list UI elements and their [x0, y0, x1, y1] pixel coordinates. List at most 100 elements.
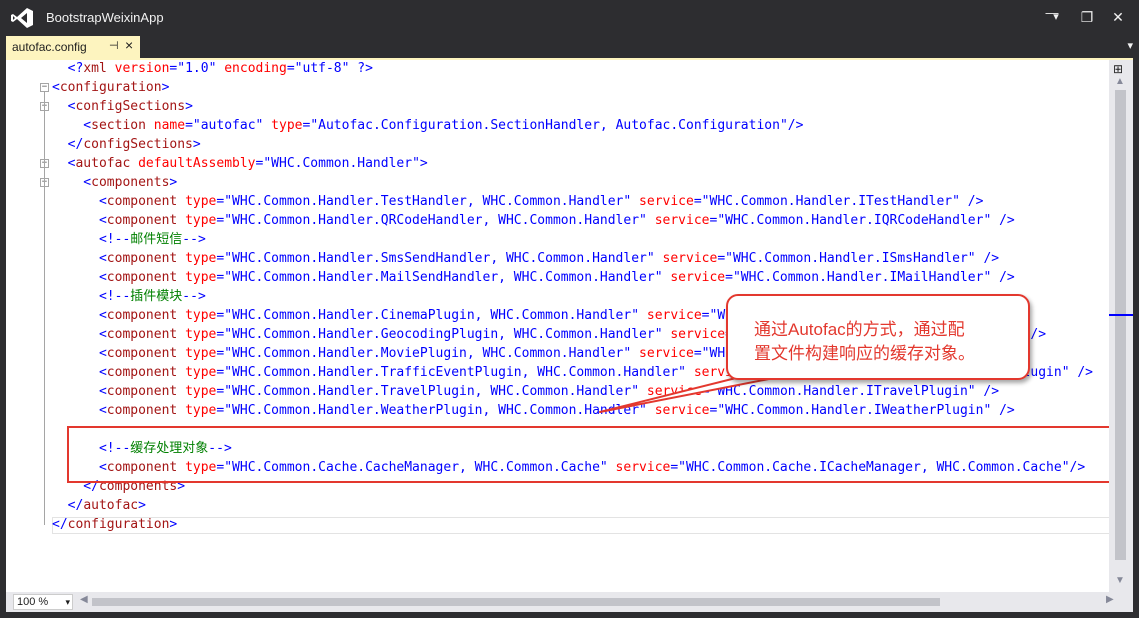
code-token: =" [216, 213, 233, 228]
code-line[interactable]: </configuration> [52, 515, 177, 534]
code-token: type [177, 194, 217, 209]
code-token: < [52, 365, 107, 380]
vertical-scrollbar[interactable]: ⊞ ▲ ▼ [1109, 60, 1133, 592]
code-token: <!-- [52, 289, 131, 304]
code-token: " [654, 327, 663, 342]
annotation-callout: 通过Autofac的方式，通过配 置文件构建响应的缓存对象。 [726, 294, 1030, 380]
code-token: component [106, 213, 178, 228]
code-token: =" [693, 346, 710, 361]
code-token: > [138, 498, 146, 513]
code-token: WHC.Common.Handler.CinemaPlugin, WHC.Com… [232, 308, 632, 323]
minimize-button[interactable]: — [1040, 2, 1064, 24]
code-token: </ [52, 137, 84, 152]
code-token: type [177, 346, 217, 361]
code-token: =" [701, 384, 718, 399]
close-window-button[interactable]: ✕ [1106, 6, 1130, 28]
code-token: name [145, 118, 186, 133]
collapse-region-icon[interactable]: − [40, 83, 49, 92]
horizontal-scroll-thumb[interactable] [92, 598, 940, 606]
code-token: component [106, 327, 178, 342]
code-token: < [52, 327, 107, 342]
code-token: =" [286, 61, 303, 76]
scroll-right-arrow-icon[interactable]: ▶ [1106, 594, 1114, 605]
code-token: <? [52, 61, 84, 76]
code-token: =" [725, 270, 741, 285]
scroll-up-arrow-icon[interactable]: ▲ [1115, 76, 1125, 87]
code-token: < [52, 384, 107, 399]
code-line[interactable]: <!--邮件短信--> [52, 230, 206, 249]
pin-tab-icon[interactable]: ⊣ [109, 39, 119, 52]
code-token: encoding [216, 61, 287, 76]
code-token: " /> [1061, 365, 1094, 380]
code-token: =" [216, 346, 233, 361]
callout-text-line-1: 通过Autofac的方式，通过配 [754, 320, 965, 339]
code-token: autofac [200, 118, 256, 133]
tab-autofac-config[interactable]: autofac.config ⊣ × [6, 36, 140, 58]
code-token: " /> [952, 194, 984, 209]
code-token: " [639, 403, 647, 418]
code-token: type [177, 403, 217, 418]
code-token: =" [302, 118, 319, 133]
code-token: =" [216, 251, 233, 266]
code-token: --> [182, 232, 206, 247]
code-token: "/> [779, 118, 804, 133]
code-token: =" [216, 308, 233, 323]
code-line[interactable]: <!--插件模块--> [52, 287, 206, 306]
code-line[interactable]: </autofac> [52, 496, 146, 515]
code-token: service [662, 270, 726, 285]
code-token: =" [717, 251, 733, 266]
code-token: type [263, 118, 303, 133]
close-tab-icon[interactable]: × [125, 37, 133, 53]
code-token: < [52, 118, 92, 133]
document-tab-strip: autofac.config ⊣ × ▾ [0, 36, 1139, 58]
outlining-margin: −−−− [32, 60, 50, 592]
code-line[interactable]: <component type="WHC.Common.Handler.Weat… [52, 401, 1015, 420]
code-token: configuration [67, 517, 170, 532]
code-line[interactable]: <?xml version="1.0" encoding="utf-8" ?> [52, 59, 373, 78]
code-token: =" [701, 308, 718, 323]
code-token: WHC.Common.Handler.IQRCodeHandler [725, 213, 984, 228]
code-token: " [631, 384, 640, 399]
code-token: =" [216, 384, 233, 399]
code-line[interactable]: </configSections> [52, 135, 201, 154]
code-token: service [646, 403, 710, 418]
outline-guide [44, 111, 45, 145]
code-token: 插件模块 [130, 289, 183, 304]
split-view-icon[interactable]: ⊞ [1113, 62, 1123, 76]
code-token: " [631, 308, 640, 323]
code-token: service [662, 327, 726, 342]
code-line[interactable]: <component type="WHC.Common.Handler.QRCo… [52, 211, 1015, 230]
code-token: =" [693, 194, 710, 209]
code-token: =" [709, 213, 726, 228]
code-token: configuration [59, 80, 162, 95]
code-line[interactable]: <configuration> [52, 78, 169, 97]
code-token: > [185, 99, 193, 114]
code-line[interactable]: <component type="WHC.Common.Handler.Test… [52, 192, 984, 211]
code-token: < [52, 251, 107, 266]
code-token: WHC.Common.Handler.IMailHandler [740, 270, 984, 285]
code-token: type [177, 251, 217, 266]
code-line[interactable]: <section name="autofac" type="Autofac.Co… [52, 116, 803, 135]
code-line[interactable]: <configSections> [52, 97, 193, 116]
code-line[interactable]: <autofac defaultAssembly="WHC.Common.Han… [52, 154, 428, 173]
code-line[interactable]: <components> [52, 173, 177, 192]
code-token: " [639, 213, 647, 228]
code-token: =" [169, 61, 186, 76]
code-token: 邮件短信 [130, 232, 183, 247]
code-token: WHC.Common.Handler.GeocodingPlugin, WHC.… [232, 327, 655, 342]
code-token: > [169, 175, 178, 190]
code-token: =" [216, 403, 233, 418]
zoom-dropdown[interactable]: 100 % ▾ [13, 594, 73, 610]
scroll-down-arrow-icon[interactable]: ▼ [1115, 575, 1125, 586]
code-token: </ [52, 517, 68, 532]
tab-dropdown-icon[interactable]: ▾ [1127, 39, 1133, 52]
code-line[interactable]: <component type="WHC.Common.Handler.Trav… [52, 382, 999, 401]
code-line[interactable]: <component type="WHC.Common.Handler.SmsS… [52, 249, 999, 268]
scroll-left-arrow-icon[interactable]: ◀ [80, 594, 88, 605]
code-line[interactable]: <component type="WHC.Common.Handler.Mail… [52, 268, 1015, 287]
code-token: WHC.Common.Handler.IWeatherPlugin [725, 403, 984, 418]
vertical-scroll-thumb[interactable] [1115, 90, 1126, 560]
callout-text-line-2: 置文件构建响应的缓存对象。 [754, 344, 975, 363]
code-token: type [177, 308, 217, 323]
maximize-button[interactable]: ❐ [1075, 6, 1099, 28]
